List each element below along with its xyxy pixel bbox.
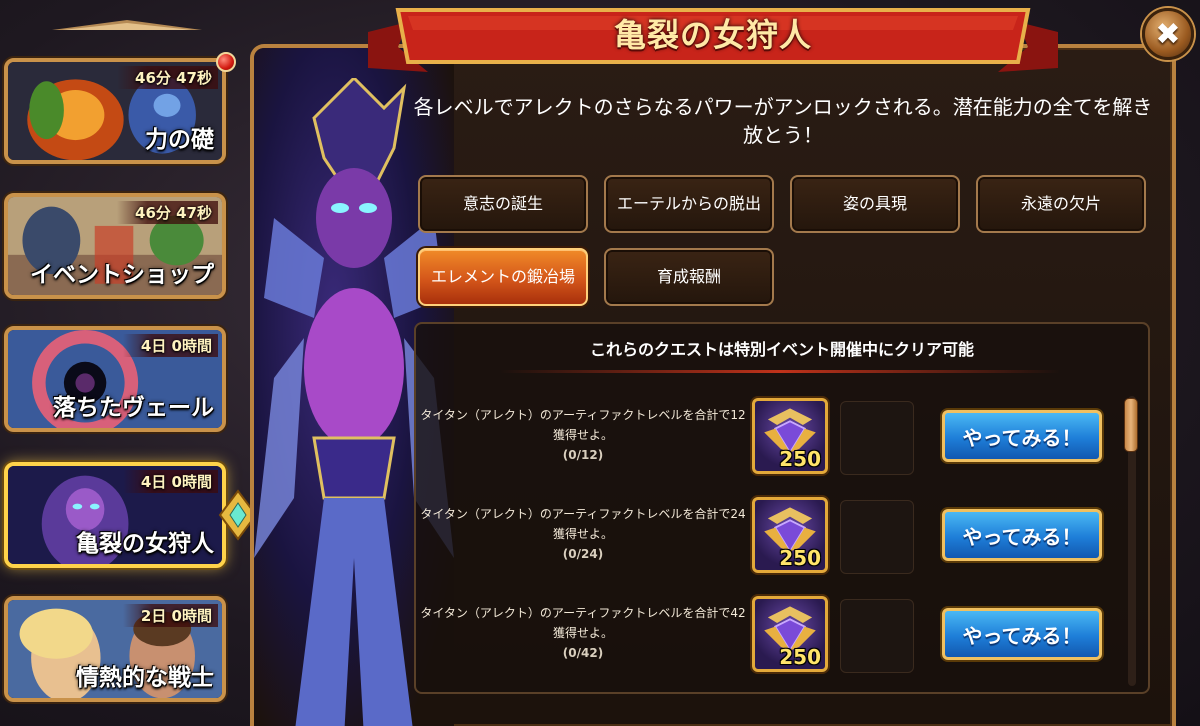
close-icon: ✖ <box>1155 16 1181 52</box>
quest-text: タイタン（アレクト）のアーティファクトレベルを合計で42獲得せよ。 <box>420 606 746 640</box>
try-it-button[interactable]: やってみる！ <box>942 509 1102 561</box>
quest-progress: (0/24) <box>562 547 604 561</box>
event-card-event-shop[interactable]: 46分 47秒 イベントショップ <box>4 193 226 299</box>
event-sidebar: 46分 47秒 力の礎 46分 47秒 イベントショップ 4日 0時間 落ちたヴ… <box>0 0 258 726</box>
try-it-button[interactable]: やってみる！ <box>942 410 1102 462</box>
quest-description: タイタン（アレクト）のアーティファクトレベルを合計で24獲得せよ。 (0/24) <box>420 504 746 564</box>
quest-progress: (0/42) <box>562 646 604 660</box>
reward-amount: 250 <box>779 546 821 570</box>
event-label: イベントショップ <box>30 262 214 288</box>
tab-element-forge[interactable]: エレメントの鍛冶場 <box>418 248 588 306</box>
event-card-rift-huntress[interactable]: 4日 0時間 亀裂の女狩人 <box>4 462 226 568</box>
reward-amount: 250 <box>779 645 821 669</box>
quest-progress: (0/12) <box>562 448 604 462</box>
try-it-button[interactable]: やってみる！ <box>942 608 1102 660</box>
event-timer: 4日 0時間 <box>122 334 218 357</box>
empty-reward-slot <box>840 401 914 475</box>
event-timer: 2日 0時間 <box>122 604 218 627</box>
event-card-fallen-veil[interactable]: 4日 0時間 落ちたヴェール <box>4 326 226 432</box>
tab-escape-from-ether[interactable]: エーテルからの脱出 <box>604 175 774 233</box>
event-description: 各レベルでアレクトのさらなるパワーがアンロックされる。潜在能力の全てを解き放とう… <box>413 95 1153 147</box>
titan-artifact-essence-icon: 250 <box>752 398 828 474</box>
quest-list-header: これらのクエストは特別イベント開催中にクリア可能 <box>589 340 974 359</box>
event-label: 力の礎 <box>145 127 214 153</box>
quest-text: タイタン（アレクト）のアーティファクトレベルを合計で24獲得せよ。 <box>420 507 746 541</box>
quest-description: タイタン（アレクト）のアーティファクトレベルを合計で12獲得せよ。 (0/12) <box>420 405 746 465</box>
quest-row: タイタン（アレクト）のアーティファクトレベルを合計で24獲得せよ。 (0/24)… <box>420 497 1120 594</box>
notification-dot-icon <box>216 52 236 72</box>
sidebar-scroll-up-icon[interactable] <box>52 18 202 32</box>
titan-artifact-essence-icon: 250 <box>752 497 828 573</box>
event-card-power-foundation[interactable]: 46分 47秒 力の礎 <box>4 58 226 164</box>
event-timer: 4日 0時間 <box>122 470 218 493</box>
quest-description: タイタン（アレクト）のアーティファクトレベルを合計で42獲得せよ。 (0/42) <box>420 603 746 663</box>
reward-amount: 250 <box>779 447 821 471</box>
event-timer: 46分 47秒 <box>117 66 218 89</box>
event-card-passionate-warrior[interactable]: 2日 0時間 情熱的な戦士 <box>4 596 226 702</box>
event-label: 情熱的な戦士 <box>76 665 214 691</box>
titan-artifact-essence-icon: 250 <box>752 596 828 672</box>
event-label: 亀裂の女狩人 <box>76 531 214 557</box>
quest-row: タイタン（アレクト）のアーティファクトレベルを合計で42獲得せよ。 (0/42)… <box>420 596 1120 693</box>
quest-row: タイタン（アレクト）のアーティファクトレベルを合計で12獲得せよ。 (0/12)… <box>420 398 1120 495</box>
empty-reward-slot <box>840 599 914 673</box>
tab-eternal-fragment[interactable]: 永遠の欠片 <box>976 175 1146 233</box>
event-label: 落ちたヴェール <box>53 395 214 421</box>
tab-birth-of-will[interactable]: 意志の誕生 <box>418 175 588 233</box>
page-title: 亀裂の女狩人 <box>613 16 812 54</box>
empty-reward-slot <box>840 500 914 574</box>
event-timer: 46分 47秒 <box>117 201 218 224</box>
tab-growth-rewards[interactable]: 育成報酬 <box>604 248 774 306</box>
quest-scrollbar-thumb[interactable] <box>1124 398 1138 452</box>
tab-manifestation-of-form[interactable]: 姿の具現 <box>790 175 960 233</box>
close-button[interactable]: ✖ <box>1142 8 1194 60</box>
header-divider <box>500 370 1060 373</box>
quest-text: タイタン（アレクト）のアーティファクトレベルを合計で12獲得せよ。 <box>420 408 746 442</box>
